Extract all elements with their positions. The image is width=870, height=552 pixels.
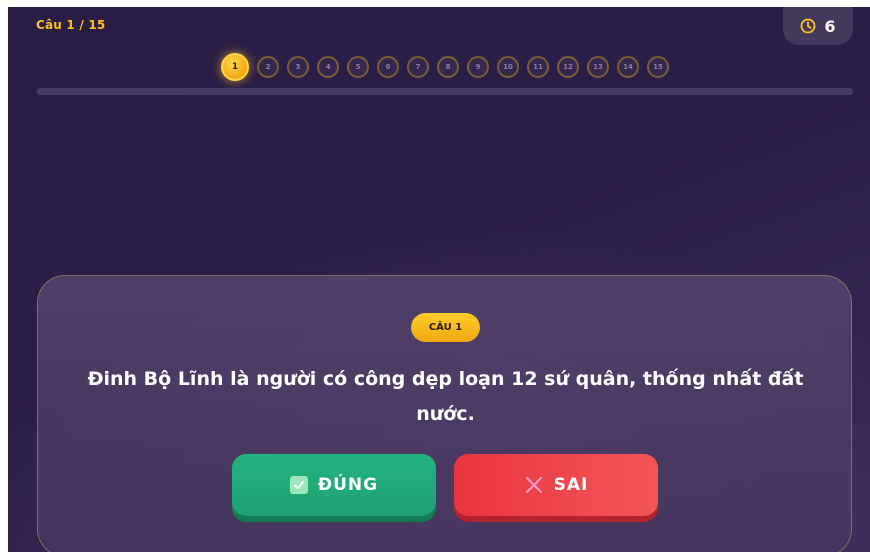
- true-button[interactable]: ĐÚNG: [232, 454, 436, 516]
- step-5: 5: [347, 56, 369, 78]
- step-15: 15: [647, 56, 669, 78]
- step-1: 1: [221, 53, 249, 81]
- true-button-label: ĐÚNG: [317, 475, 379, 495]
- question-card: CÂU 1 Đinh Bộ Lĩnh là người có công dẹp …: [37, 275, 852, 552]
- question-text: Đinh Bộ Lĩnh là người có công dẹp loạn 1…: [87, 368, 804, 425]
- false-button-label: SAI: [553, 475, 589, 495]
- step-6: 6: [377, 56, 399, 78]
- false-button[interactable]: SAI: [454, 454, 658, 516]
- step-9: 9: [467, 56, 489, 78]
- question-steps: 1 2 3 4 5 6 7 8 9 10 11 12 13 14 15: [221, 53, 669, 81]
- progress-track: [37, 88, 853, 95]
- step-3: 3: [287, 56, 309, 78]
- question-counter: Câu 1 / 15: [36, 18, 106, 32]
- step-13: 13: [587, 56, 609, 78]
- step-11: 11: [527, 56, 549, 78]
- step-10: 10: [497, 56, 519, 78]
- clock-icon: [801, 18, 816, 34]
- question-badge: CÂU 1: [411, 313, 480, 342]
- step-12: 12: [557, 56, 579, 78]
- step-4: 4: [317, 56, 339, 78]
- step-2: 2: [257, 56, 279, 78]
- timer: 6: [783, 7, 853, 45]
- step-7: 7: [407, 56, 429, 78]
- quiz-screen: Câu 1 / 15 6 1 2 3 4 5 6 7 8 9 10 11 12 13 14 15 CÂU 1…: [8, 7, 870, 552]
- step-8: 8: [437, 56, 459, 78]
- close-icon: [525, 476, 542, 494]
- timer-value: 6: [824, 16, 836, 36]
- check-icon: [289, 476, 308, 494]
- step-14: 14: [617, 56, 639, 78]
